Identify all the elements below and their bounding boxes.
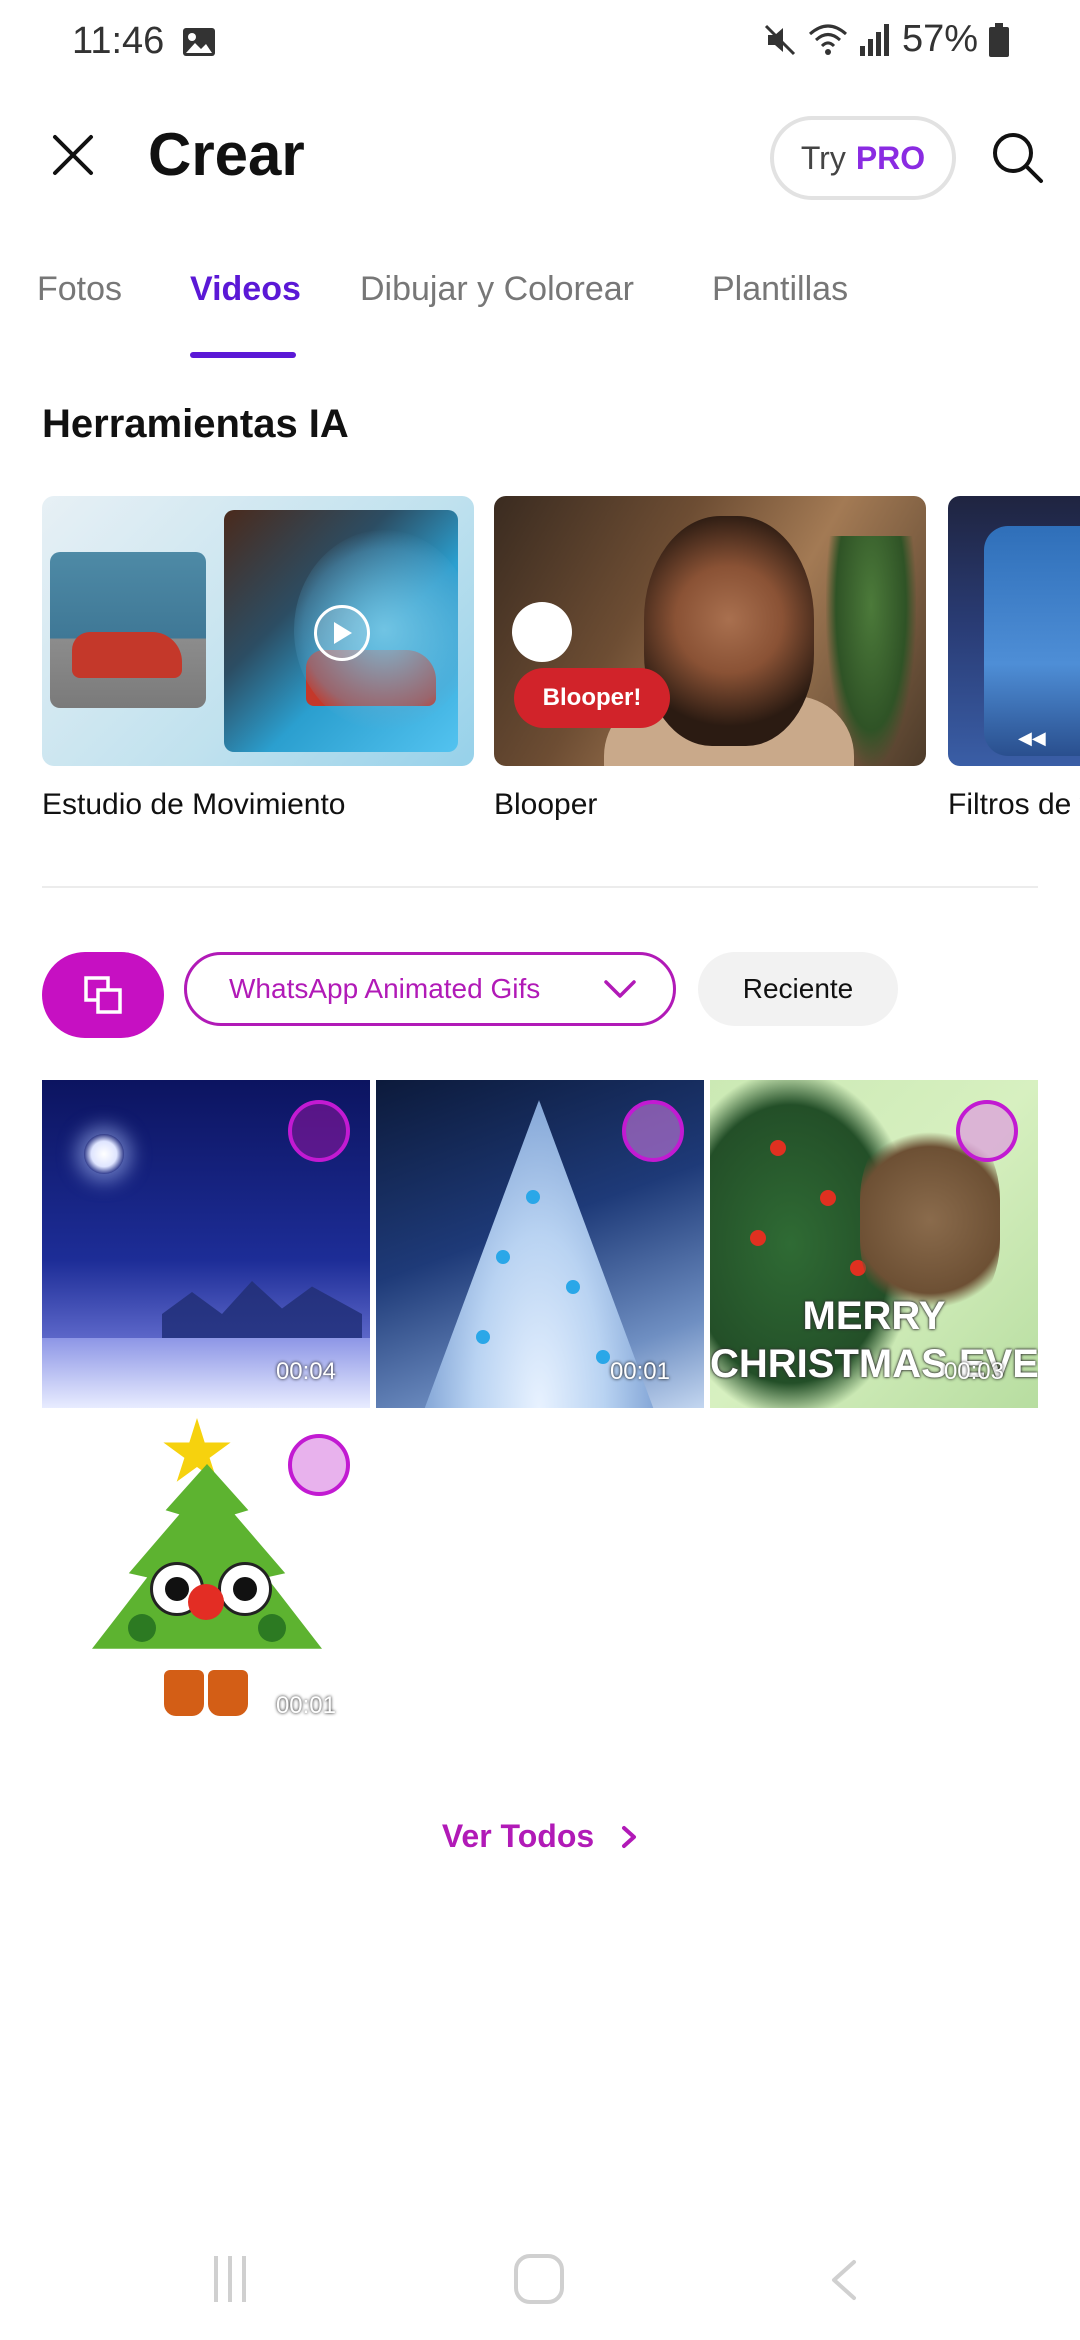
see-all-label: Ver Todos [441,1818,595,1854]
select-checkbox[interactable] [622,1100,684,1162]
album-dropdown[interactable]: WhatsApp Animated Gifs [184,952,676,1026]
tab-fotos[interactable]: Fotos [37,270,122,309]
record-dot-icon [512,602,572,662]
blooper-badge: Blooper! [514,668,670,728]
system-navigation-bar [0,2232,1080,2340]
tab-dibujar-y-colorear[interactable]: Dibujar y Colorear [360,270,634,309]
card-label-blooper: Blooper [494,788,598,821]
ornament [770,1140,786,1156]
recent-apps-button[interactable] [214,2256,264,2302]
video-duration: 00:03 [943,1358,1004,1385]
signal-icon [859,23,889,56]
search-button[interactable] [984,124,1050,190]
person-face [644,516,814,746]
wifi-icon [808,24,847,55]
card-motion-studio[interactable] [42,496,474,766]
sort-recent-button[interactable]: Reciente [698,952,898,1026]
page-title: Crear [148,121,305,188]
cheek [128,1614,156,1642]
ornament [566,1280,580,1294]
gallery-item[interactable]: 00:01 [42,1414,370,1742]
play-icon [314,605,370,661]
card-label-motion-studio: Estudio de Movimiento [42,788,346,821]
card-video-filters[interactable]: ◀◀ [948,496,1080,766]
back-icon[interactable] [824,2258,864,2302]
close-icon [53,135,93,175]
try-label: Try [800,139,846,176]
ornament [750,1230,766,1246]
chevron-right-icon [622,1825,637,1848]
battery-icon [989,22,1009,57]
shoe-still-thumbnail [50,552,206,708]
section-divider [42,886,1038,888]
shoe-motion-thumbnail [224,510,458,752]
cheek [258,1614,286,1642]
select-checkbox[interactable] [288,1100,350,1162]
ai-tools-title: Herramientas IA [42,402,349,446]
app-header: Crear Try PRO [0,100,1080,220]
status-right: 57% [762,18,1010,61]
album-dropdown-label: WhatsApp Animated Gifs [229,973,541,1004]
mute-icon [764,24,795,55]
card-blooper[interactable]: Blooper! [494,496,926,766]
video-duration: 00:04 [275,1358,336,1385]
video-duration: 00:01 [275,1692,336,1719]
video-gallery: 00:04 00:01 MERRY CHRISTMAS EVE 00:03 00… [42,1080,1038,1742]
chevron-down-icon [604,980,636,998]
select-checkbox[interactable] [288,1434,350,1496]
status-bar: 11:46 57% [0,0,1080,86]
moon-image [84,1134,124,1174]
multi-select-icon [84,976,122,1014]
image-icon [183,28,215,56]
card-label-video-filters: Filtros de v [948,788,1080,821]
gallery-item[interactable]: 00:04 [42,1080,370,1408]
ai-tools-carousel[interactable]: Estudio de Movimiento Blooper! Blooper ◀… [0,496,1080,836]
cartoon-tree-image [92,1464,322,1649]
pro-label: PRO [855,139,926,176]
leg [164,1670,204,1716]
overlay-text-line1: MERRY [802,1294,946,1338]
gallery-item[interactable]: MERRY CHRISTMAS EVE 00:03 [710,1080,1038,1408]
search-icon [993,133,1043,183]
home-button[interactable] [514,2254,564,2304]
close-button[interactable] [40,122,106,188]
gallery-item[interactable]: 00:01 [376,1080,704,1408]
select-checkbox[interactable] [956,1100,1018,1162]
try-pro-button[interactable]: Try PRO [770,116,956,200]
ornament [820,1190,836,1206]
leg [208,1670,248,1716]
tab-videos[interactable]: Videos [190,270,301,309]
ornament [596,1350,610,1364]
ornament [496,1250,510,1264]
ornament [526,1190,540,1204]
category-tabs: Fotos Videos Dibujar y Colorear Plantill… [0,270,1080,360]
see-all-link[interactable]: Ver Todos [0,1818,1080,1855]
ornament [476,1330,490,1344]
nose [188,1584,224,1620]
tab-plantillas[interactable]: Plantillas [712,270,848,309]
active-tab-indicator [190,352,296,358]
gallery-filter-row: WhatsApp Animated Gifs Reciente [0,952,1080,1042]
multi-select-button[interactable] [42,952,164,1038]
video-duration: 00:01 [609,1358,670,1385]
eye [218,1562,272,1616]
filter-preview [984,526,1080,756]
battery-percent: 57% [901,18,978,60]
shoe-shape [72,632,182,678]
status-time: 11:46 [72,20,165,62]
rewind-icon: ◀◀ [1018,728,1046,748]
